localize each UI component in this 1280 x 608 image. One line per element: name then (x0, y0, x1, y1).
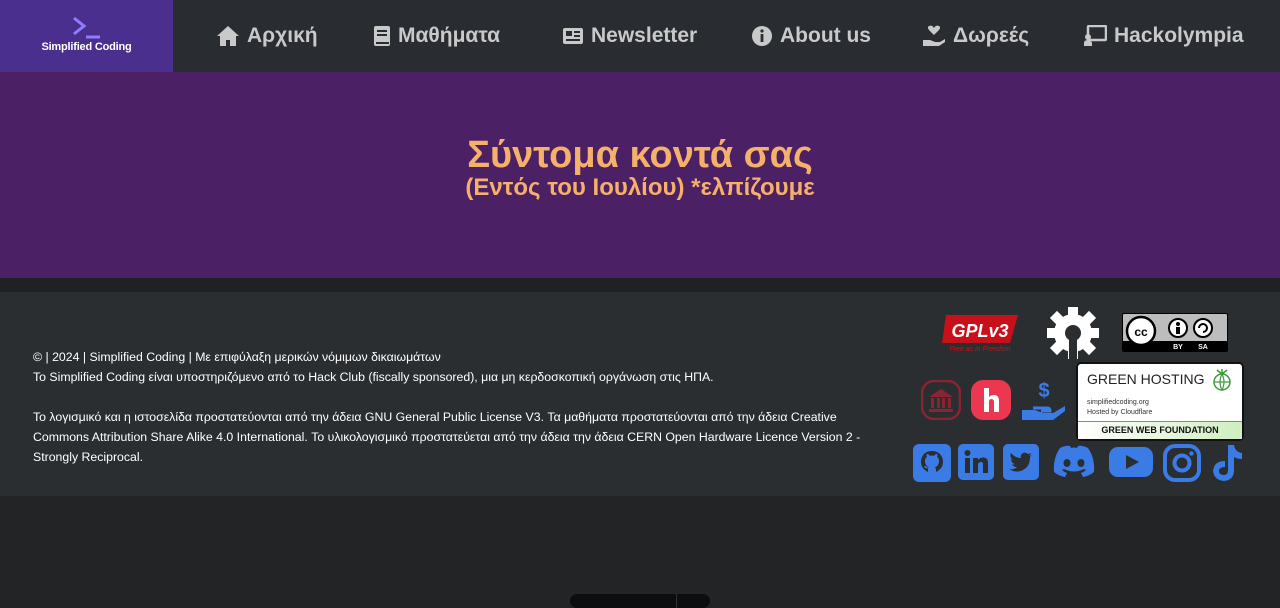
github-icon[interactable] (913, 444, 951, 482)
hackclub-icon[interactable] (971, 380, 1011, 420)
hero-title: Σύντομα κοντά σας (467, 134, 813, 176)
linkedin-icon[interactable] (958, 444, 994, 480)
nav-newsletter[interactable]: Newsletter (562, 0, 697, 72)
cc-sa-label: SA (1198, 344, 1208, 351)
hero-subtitle: (Εντός του Ιουλίου) *ελπίζουμε (465, 174, 815, 201)
nav-home[interactable]: Αρχική (216, 0, 318, 72)
tiktok-icon[interactable] (1209, 443, 1245, 483)
license-line: Το λογισμικό και η ιστοσελίδα προστατεύο… (33, 410, 861, 464)
svg-text:$: $ (1038, 380, 1049, 402)
newspaper-icon (563, 28, 583, 44)
terminal-prompt-icon (73, 16, 100, 39)
site-logo[interactable]: Simplified Coding (0, 0, 173, 72)
nav-home-label: Αρχική (247, 24, 318, 47)
nav-hackolympia-label: Hackolympia (1114, 24, 1244, 47)
gplv3-badge[interactable]: GPLv3 Free as in Freedom (940, 311, 1024, 355)
info-icon (752, 26, 772, 46)
hero-banner: Σύντομα κοντά σας (Εντός του Ιουλίου) *ε… (0, 72, 1280, 278)
nav-hackolympia[interactable]: Hackolympia (1083, 0, 1244, 72)
nav-newsletter-label: Newsletter (591, 24, 698, 47)
nav-about-label: About us (780, 24, 871, 47)
chalkboard-icon (1084, 25, 1107, 46)
footer-text: © | 2024 | Simplified Coding | Με επιφύλ… (33, 347, 893, 467)
green-hosting-domain: simplifiedcoding.org (1087, 399, 1149, 406)
home-icon (217, 26, 239, 46)
gpl-tagline: Free as in Freedom (949, 346, 1010, 353)
green-web-foundation-label: GREEN WEB FOUNDATION (1078, 421, 1242, 439)
gpl-label: GPLv3 (951, 321, 1008, 341)
donate-heart-icon (923, 25, 945, 46)
green-hosting-title: GREEN HOSTING (1087, 371, 1205, 387)
book-icon (374, 26, 390, 46)
green-hosting-host: Hosted by Cloudflare (1087, 409, 1153, 416)
twitter-icon[interactable] (1003, 444, 1039, 480)
nav-donations[interactable]: Δωρεές (922, 0, 1029, 72)
nav-courses[interactable]: Μαθήματα (373, 0, 500, 72)
nonprofit-institution-icon[interactable] (921, 380, 961, 420)
cc-by-label: BY (1173, 344, 1183, 351)
brand-name: Simplified Coding (41, 41, 132, 53)
donate-money-icon[interactable]: $ (1021, 380, 1067, 422)
svg-text:cc: cc (1134, 325, 1148, 339)
creative-commons-icon: cc BY SA (1123, 315, 1227, 351)
page-bottom-area (0, 496, 1280, 602)
open-source-gear-icon[interactable] (1044, 306, 1102, 360)
cc-by-sa-badge[interactable]: cc BY SA (1122, 313, 1228, 352)
green-hosting-badge[interactable]: GREEN HOSTING simplifiedcoding.org Hoste… (1076, 362, 1244, 441)
nav-about[interactable]: About us (751, 0, 871, 72)
youtube-icon[interactable] (1109, 445, 1153, 479)
top-navbar: Simplified Coding Αρχική Μαθήματα Newsle… (0, 0, 1280, 72)
sponsor-line: Το Simplified Coding είναι υποστηριζόμεν… (33, 370, 714, 384)
discord-icon[interactable] (1050, 444, 1098, 480)
floating-control-pill[interactable] (570, 594, 710, 608)
instagram-icon[interactable] (1163, 444, 1201, 482)
nav-courses-label: Μαθήματα (398, 24, 501, 47)
nav-donations-label: Δωρεές (953, 24, 1030, 47)
section-divider (0, 278, 1280, 292)
copyright-line: © | 2024 | Simplified Coding | Με επιφύλ… (33, 350, 441, 364)
globe-leaf-icon (1213, 369, 1231, 391)
